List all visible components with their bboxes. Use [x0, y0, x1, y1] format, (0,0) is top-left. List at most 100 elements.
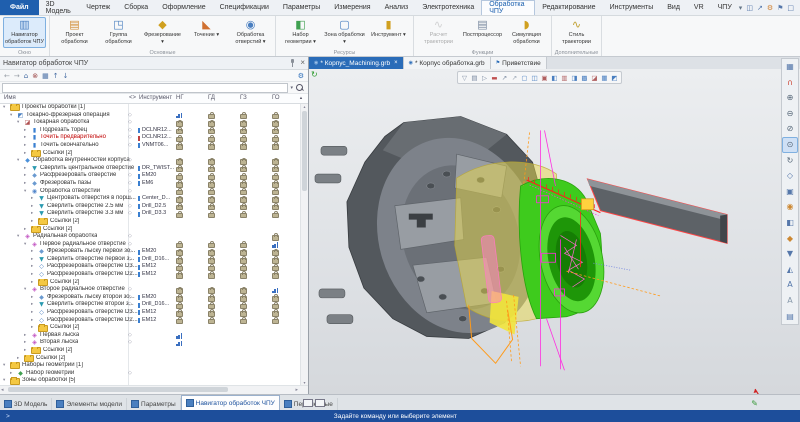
- ribbon-button[interactable]: ◉Обработка отверстий ▾: [229, 17, 272, 48]
- tree-row[interactable]: ▸Ссылки [2]: [0, 150, 308, 158]
- ribbon-button[interactable]: ▢Зона обработки ▾: [323, 17, 366, 48]
- forward-icon[interactable]: →: [14, 71, 20, 81]
- expander-icon[interactable]: ▸: [31, 256, 36, 264]
- tree-row[interactable]: ▾Зоны обработки [5]: [0, 377, 308, 385]
- sel-half-icon[interactable]: ◧: [550, 74, 559, 82]
- file-menu-button[interactable]: Файл: [0, 0, 39, 15]
- tree-row[interactable]: ▸◇Расфрезеровать отверстие D3...◇EM12: [0, 309, 308, 317]
- tree-row[interactable]: ▾◆Обработка внутренностей корпуса◇: [0, 157, 308, 165]
- window-icon[interactable]: □: [787, 4, 794, 12]
- expander-icon[interactable]: ▸: [24, 165, 29, 173]
- expander-icon[interactable]: ▸: [24, 347, 29, 355]
- view-iso-icon[interactable]: ◇: [783, 168, 797, 184]
- column-header[interactable]: <>: [129, 95, 136, 101]
- expander-icon[interactable]: ▸: [31, 317, 36, 325]
- ribbon-button[interactable]: ▮Инструмент ▾: [367, 17, 410, 48]
- menu-tab[interactable]: 3D Модель: [39, 0, 80, 15]
- expander-icon[interactable]: ▸: [24, 134, 29, 142]
- layout-window-icon[interactable]: ▦: [783, 59, 797, 75]
- bottom-tab[interactable]: Элементы модели: [52, 398, 127, 410]
- horizontal-scrollbar[interactable]: ◂ ▸: [0, 385, 308, 394]
- stop-red-icon[interactable]: ▬: [490, 74, 499, 82]
- tree-row[interactable]: ▸▮Точить окончательно◇VNMT06...: [0, 142, 308, 150]
- scene-3d[interactable]: ↻ ▽▤▷▬↗↗▢◫▣◧▥◨▩◪▦◩: [309, 69, 800, 394]
- expander-icon[interactable]: ▾: [17, 119, 22, 127]
- tree-row[interactable]: ▾◈Второе радиальное отверстие◇: [0, 286, 308, 294]
- text-a2-icon[interactable]: A: [783, 293, 797, 309]
- tree-row[interactable]: ▸▮Точить предварительно◇DCLNR12...: [0, 134, 308, 142]
- move-down-icon[interactable]: ↓: [63, 71, 69, 81]
- menu-tab[interactable]: Параметры: [276, 0, 327, 15]
- tree-row[interactable]: ▸◈Первая лыска◇: [0, 332, 308, 340]
- sheet-icon[interactable]: ▤: [783, 309, 797, 325]
- tree-row[interactable]: ▸◇Расфрезеровать отверстие D3...◇EM12: [0, 263, 308, 271]
- scroll-up-icon[interactable]: ▲: [299, 95, 303, 100]
- scroll-left-icon[interactable]: ◂: [1, 386, 4, 394]
- expander-icon[interactable]: ▾: [3, 362, 8, 370]
- ribbon-button[interactable]: ◧Набор геометрии ▾: [279, 17, 322, 48]
- expander-icon[interactable]: ▸: [31, 218, 36, 226]
- flag-icon[interactable]: ⚑: [777, 4, 783, 12]
- expander-icon[interactable]: ▸: [31, 279, 36, 287]
- tree-row[interactable]: ▸◆Набор геометрии◇: [0, 370, 308, 378]
- window-icon[interactable]: [303, 399, 313, 407]
- layout-icons[interactable]: [303, 399, 325, 407]
- move-up-icon[interactable]: ↑: [53, 71, 59, 81]
- tree-row[interactable]: ▾◩Токарно-фрезерная операция◇: [0, 112, 308, 120]
- search-icon[interactable]: [296, 84, 303, 91]
- text-a1-icon[interactable]: A: [783, 277, 797, 293]
- model-canvas[interactable]: [309, 69, 800, 394]
- expander-icon[interactable]: ▸: [24, 226, 29, 234]
- ribbon-button[interactable]: ◣Точение ▾: [185, 17, 228, 48]
- menu-tab[interactable]: Инструменты: [603, 0, 661, 15]
- menu-tab[interactable]: Чертеж: [79, 0, 117, 15]
- zoom-window-icon[interactable]: ⊘: [783, 121, 797, 137]
- bottom-tab[interactable]: Навигатор обработок ЧПУ: [181, 395, 280, 410]
- close-tab-icon[interactable]: ×: [394, 60, 398, 66]
- tree-row[interactable]: ▸▼Сверлить центральное отверстие◇DR_TWIS…: [0, 165, 308, 173]
- expander-icon[interactable]: ▸: [31, 203, 36, 211]
- menu-tab[interactable]: Анализ: [378, 0, 416, 15]
- tree-row[interactable]: ▾◈Радиальная обработка◇: [0, 233, 308, 241]
- tree-row[interactable]: ▸◆Фрезеровать лыску второй зо...◇EM20: [0, 294, 308, 302]
- sel-lines-icon[interactable]: ▥: [560, 74, 569, 82]
- magnet-icon[interactable]: ∩: [783, 75, 797, 91]
- column-header[interactable]: ГД: [208, 95, 215, 101]
- sel-corner-icon[interactable]: ◪: [590, 74, 599, 82]
- ribbon-button[interactable]: ◳Группа обработки: [97, 17, 140, 48]
- tree-row[interactable]: ▸◆Фрезеровать пазы◇EM6: [0, 180, 308, 188]
- refresh-icon[interactable]: ↻: [311, 70, 318, 79]
- expander-icon[interactable]: ▸: [24, 339, 29, 347]
- filter-icon[interactable]: ▽: [460, 74, 469, 82]
- expander-icon[interactable]: ▸: [17, 355, 22, 363]
- document-tab[interactable]: ⚑Приветствие: [491, 57, 547, 69]
- tree-row[interactable]: ▸Ссылки [2]: [0, 347, 308, 355]
- expander-icon[interactable]: ▸: [31, 324, 36, 332]
- tree-row[interactable]: ▸◆Расфрезеровать отверстие◇EM20: [0, 172, 308, 180]
- ribbon-button[interactable]: ▥Навигатор обработок ЧПУ: [3, 17, 46, 48]
- tree-row[interactable]: ▸Ссылки [2]: [0, 218, 308, 226]
- expander-icon[interactable]: ▾: [3, 377, 8, 385]
- ribbon-button[interactable]: ▤Постпроцессор: [461, 17, 504, 48]
- expander-icon[interactable]: ▸: [31, 210, 36, 218]
- tree-row[interactable]: ▸▼Центровать отверстия в порш...◇Center_…: [0, 195, 308, 203]
- menu-tab[interactable]: Электротехника: [415, 0, 481, 15]
- bottom-tab[interactable]: 3D Модель: [0, 398, 52, 410]
- ribbon-button[interactable]: ▤Проект обработки: [53, 17, 96, 48]
- settings-gear-icon[interactable]: ⚙: [767, 4, 773, 12]
- column-header[interactable]: ГО: [272, 95, 280, 101]
- tree-row[interactable]: ▾Наборы геометрии [1]: [0, 362, 308, 370]
- material-icon[interactable]: ◆: [783, 231, 797, 247]
- menu-tab[interactable]: Измерения: [327, 0, 377, 15]
- tree-row[interactable]: ▸▮Подрезать торец◇DCLNR12...: [0, 127, 308, 135]
- ribbon-button[interactable]: ◆Фрезерование ▾: [141, 17, 184, 48]
- cancel-icon[interactable]: ⊗: [32, 71, 38, 81]
- expander-icon[interactable]: ▸: [31, 271, 36, 279]
- view-front-icon[interactable]: ▣: [783, 184, 797, 200]
- expander-icon[interactable]: ▾: [17, 233, 22, 241]
- snap2-icon[interactable]: ↗: [510, 74, 519, 82]
- column-header[interactable]: ГЗ: [240, 95, 247, 101]
- menu-tab[interactable]: Вид: [660, 0, 687, 15]
- bottom-tab[interactable]: Параметры: [127, 398, 181, 410]
- tree-row[interactable]: ▸◇Расфрезеровать отверстие D2...◇EM12: [0, 271, 308, 279]
